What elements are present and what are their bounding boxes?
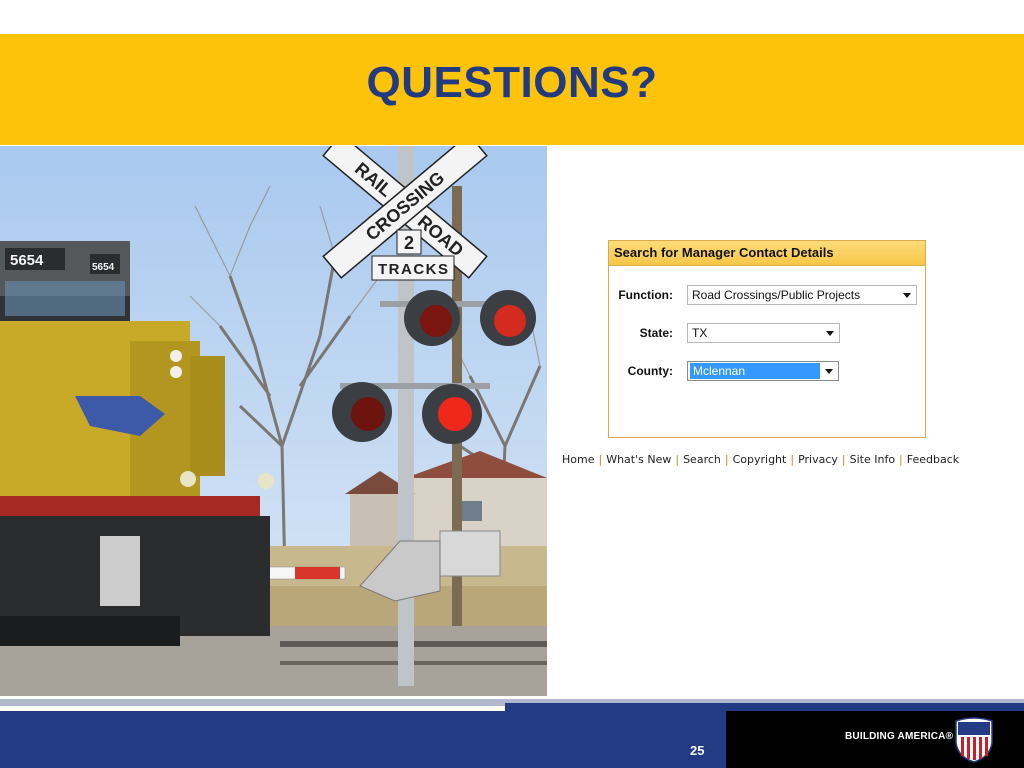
tracks-label: TRACKS [378, 261, 450, 278]
slide-title: QUESTIONS? [366, 58, 658, 107]
chevron-down-icon [825, 369, 833, 374]
union-pacific-logo-icon [954, 717, 994, 768]
state-label: State: [639, 326, 673, 340]
locomotive-number-side: 5654 [92, 262, 115, 273]
link-home[interactable]: Home [562, 453, 594, 466]
railroad-crossing-photo: RAIL ROAD CROSSING 2 TRACKS 5654 5654 [0, 146, 547, 696]
function-row: Function: Road Crossings/Public Projects [609, 285, 925, 309]
page-number: 25 [690, 743, 705, 758]
tracks-count: 2 [404, 233, 414, 253]
link-copyright[interactable]: Copyright [733, 453, 787, 466]
function-select[interactable]: Road Crossings/Public Projects [687, 285, 917, 305]
locomotive-number: 5654 [10, 252, 44, 269]
tagline: BUILDING AMERICA® [845, 731, 954, 742]
state-value: TX [692, 326, 708, 340]
chevron-down-icon [903, 293, 911, 298]
divider-line [505, 703, 1024, 711]
link-whats-new[interactable]: What's New [606, 453, 671, 466]
link-privacy[interactable]: Privacy [798, 453, 838, 466]
function-label: Function: [618, 288, 673, 302]
chevron-down-icon [826, 331, 834, 336]
state-select[interactable]: TX [687, 323, 840, 343]
county-select[interactable]: Mclennan [687, 361, 839, 381]
footer-links: Home | What's New | Search | Copyright | Privacy… [562, 453, 960, 466]
link-search[interactable]: Search [683, 453, 721, 466]
state-row: State: TX [609, 323, 925, 347]
function-value: Road Crossings/Public Projects [692, 288, 861, 302]
link-feedback[interactable]: Feedback [907, 453, 959, 466]
panel-header: Search for Manager Contact Details [609, 241, 925, 266]
county-value: Mclennan [690, 363, 820, 379]
county-label: County: [627, 364, 673, 378]
link-site-info[interactable]: Site Info [850, 453, 895, 466]
county-row: County: Mclennan [609, 361, 925, 385]
search-panel: Search for Manager Contact Details Funct… [608, 240, 926, 438]
